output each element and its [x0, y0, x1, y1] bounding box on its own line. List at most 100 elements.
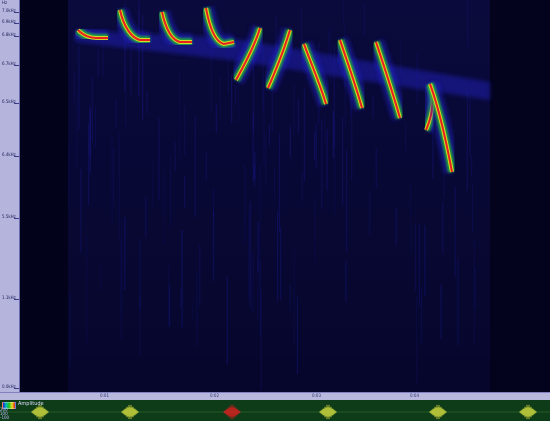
noise-streak [145, 197, 147, 239]
noise-streak [289, 282, 291, 311]
noise-streak [86, 236, 88, 346]
noise-streak [467, 0, 469, 50]
noise-streak [454, 185, 456, 277]
noise-streak [121, 218, 123, 316]
noise-streak [78, 46, 80, 130]
time-ruler-label: 0:02 [210, 393, 219, 398]
waveform-burst [429, 404, 447, 420]
noise-streak [277, 210, 279, 302]
noise-streak [259, 166, 261, 267]
noise-streak [346, 149, 348, 252]
noise-streak [274, 168, 276, 199]
noise-streak [474, 268, 476, 309]
call-contour [72, 24, 108, 46]
frequency-tick-mark [14, 65, 19, 66]
noise-streak [395, 207, 397, 246]
noise-streak [73, 73, 75, 105]
noise-streak [469, 97, 471, 157]
noise-streak [442, 201, 444, 254]
noise-streak [321, 120, 323, 209]
noise-streak [415, 223, 417, 291]
noise-streak [169, 156, 172, 228]
noise-streak [102, 43, 104, 77]
noise-streak [457, 258, 459, 346]
noise-streak [315, 123, 317, 169]
noise-streak [215, 105, 217, 133]
noise-streak [418, 224, 420, 306]
amplitude-label: Amplitude [18, 401, 44, 407]
noise-streak [97, 48, 99, 77]
noise-streak [219, 75, 221, 117]
noise-streak [260, 290, 262, 390]
noise-streak [252, 251, 254, 313]
noise-streak [146, 91, 148, 114]
noise-streak [142, 15, 144, 120]
frequency-axis: Hz 7.0kHz 6.9kHz 6.8kHz 6.7kHz 6.5kHz 6.… [0, 0, 20, 392]
frequency-tick-mark [14, 23, 19, 24]
noise-streak [345, 260, 347, 302]
noise-streak [231, 74, 233, 123]
waveform-canvas[interactable] [0, 400, 550, 421]
noise-streak [471, 182, 474, 233]
noise-streak [372, 96, 374, 119]
noise-streak [289, 126, 291, 158]
noise-streak [88, 123, 90, 205]
noise-streak [342, 117, 344, 205]
noise-streak [424, 225, 426, 297]
noise-streak [89, 105, 91, 157]
frequency-tick-mark [14, 12, 19, 13]
noise-streak [410, 184, 412, 253]
frequency-tick-mark [14, 388, 19, 389]
time-ruler-label: 0:04 [410, 393, 419, 398]
noise-streak [163, 169, 165, 245]
noise-streak [263, 75, 265, 166]
waveform-burst [319, 404, 337, 420]
waveform-panel[interactable]: Amplitude 200 100 -100 [0, 400, 550, 421]
noise-streak [297, 99, 299, 133]
noise-streak [174, 142, 176, 171]
noise-streak [196, 272, 198, 347]
noise-streak [191, 299, 193, 321]
noise-streak [280, 227, 282, 301]
noise-streak [199, 245, 201, 307]
noise-streak [124, 217, 126, 291]
noise-streak [178, 71, 181, 158]
spectrogram-silence-left [20, 0, 68, 392]
frequency-tick-mark [14, 299, 19, 300]
frequency-tick-mark [14, 36, 19, 37]
noise-streak [94, 106, 97, 148]
noise-streak [244, 165, 246, 246]
spectrogram-silence-right [490, 0, 550, 392]
waveform-burst [223, 404, 241, 420]
noise-streak [293, 249, 295, 346]
noise-streak [111, 136, 113, 225]
noise-streak [213, 211, 215, 282]
noise-streak [248, 210, 250, 300]
noise-streak [152, 158, 154, 207]
frequency-tick-mark [14, 103, 19, 104]
frequency-axis-unit: Hz [2, 0, 8, 5]
noise-streak [184, 105, 186, 155]
noise-streak [184, 175, 186, 208]
noise-streak [265, 132, 267, 187]
frequency-tick-mark [14, 156, 19, 157]
noise-streak [254, 164, 256, 187]
time-ruler-label: 0:01 [100, 393, 109, 398]
noise-streak [324, 115, 326, 144]
spectrogram-view[interactable] [20, 0, 550, 392]
noise-streak [249, 201, 251, 308]
noise-streak [169, 284, 171, 327]
noise-streak [301, 170, 303, 202]
noise-streak [91, 77, 93, 142]
noise-streak [363, 4, 366, 37]
waveform-burst [121, 404, 139, 420]
noise-streak [68, 146, 70, 208]
noise-streak [257, 259, 259, 319]
noise-streak [194, 115, 196, 218]
noise-streak [342, 2, 345, 24]
spectrogram-canvas[interactable] [20, 0, 550, 392]
noise-streak [113, 148, 115, 207]
noise-streak [226, 276, 228, 365]
noise-streak [420, 286, 423, 343]
noise-streak [181, 230, 183, 328]
